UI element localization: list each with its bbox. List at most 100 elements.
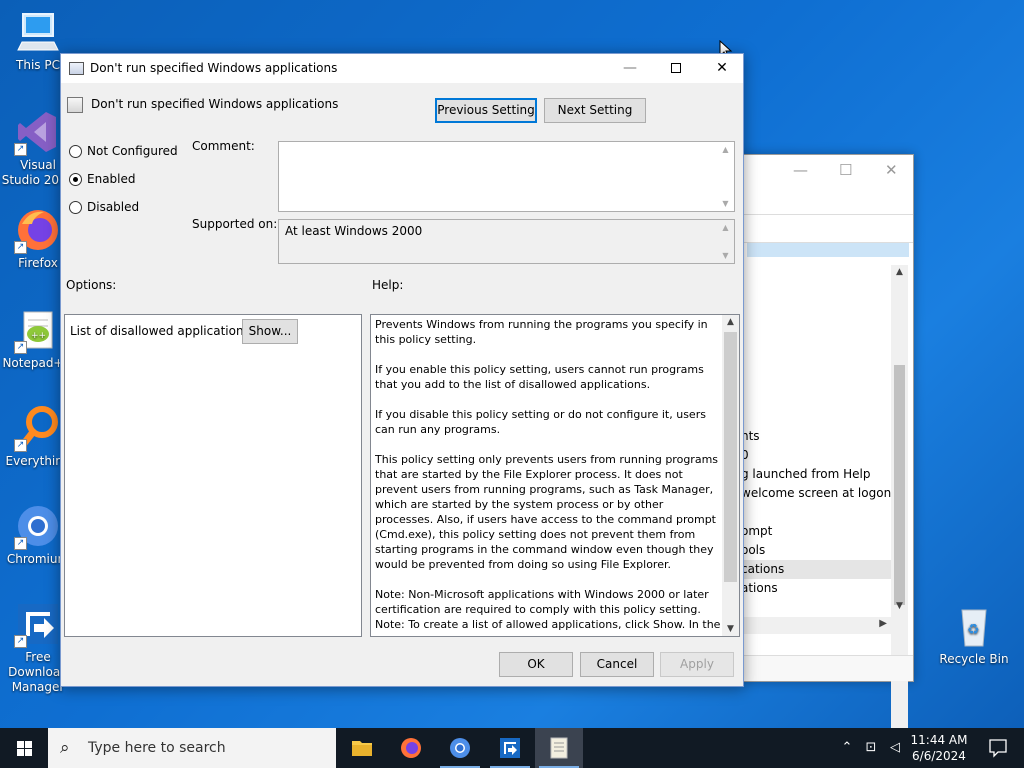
background-window-vertical-scrollbar[interactable]: ▲ ▼: [891, 265, 908, 768]
list-item[interactable]: ompt: [741, 522, 891, 541]
list-item[interactable]: ations: [741, 579, 891, 598]
ok-button[interactable]: OK: [499, 652, 573, 677]
network-icon[interactable]: ⊡: [860, 728, 882, 768]
scroll-right-icon[interactable]: ▶: [879, 618, 887, 629]
cancel-button[interactable]: Cancel: [580, 652, 654, 677]
desktop-icon-recycle-bin[interactable]: ♻ Recycle Bin: [936, 602, 1012, 667]
start-button[interactable]: [0, 728, 48, 768]
taskbar-chromium[interactable]: [436, 728, 484, 768]
taskbar-file-explorer[interactable]: [338, 728, 386, 768]
policy-setting-dialog[interactable]: Don't run specified Windows applications…: [60, 53, 744, 687]
background-window-statusbar: [741, 655, 913, 681]
computer-icon: [14, 8, 62, 56]
visual-studio-icon: ↗: [14, 108, 62, 156]
next-setting-button[interactable]: Next Setting: [544, 98, 646, 123]
help-paragraph: This policy setting only prevents users …: [375, 453, 719, 571]
scroll-up-icon[interactable]: ▲: [891, 267, 908, 277]
previous-setting-button[interactable]: Previous Setting: [435, 98, 537, 123]
windows-logo-icon: [17, 741, 24, 748]
comment-textarea[interactable]: ▲ ▼: [278, 141, 735, 212]
close-icon[interactable]: ✕: [885, 161, 898, 179]
close-icon: ✕: [716, 60, 728, 76]
help-scrollbar[interactable]: ▲ ▼: [722, 315, 739, 636]
scroll-thumb[interactable]: [724, 332, 737, 582]
comment-scrollbar[interactable]: ▲ ▼: [718, 143, 733, 210]
recycle-bin-icon: ♻: [950, 602, 998, 650]
background-window-horizontal-scrollbar[interactable]: ▶: [741, 617, 891, 634]
scroll-up-icon[interactable]: ▲: [722, 317, 739, 327]
options-pane: List of disallowed applications Show...: [64, 314, 362, 637]
dialog-title: Don't run specified Windows applications: [90, 61, 338, 75]
policy-heading: Don't run specified Windows applications: [91, 97, 339, 111]
scroll-up-icon[interactable]: ▲: [718, 223, 733, 232]
chromium-icon: ↗: [14, 502, 62, 550]
taskbar-clock[interactable]: 11:44 AM 6/6/2024: [906, 732, 972, 764]
windows-logo-tile: [17, 749, 24, 756]
minimize-button[interactable]: —: [607, 54, 653, 83]
notepad-plus-plus-icon: ++ ↗: [14, 306, 62, 354]
show-hidden-icons-button[interactable]: ⌃: [838, 728, 856, 768]
help-pane[interactable]: Prevents Windows from running the progra…: [370, 314, 740, 637]
scroll-down-icon[interactable]: ▼: [891, 601, 908, 611]
notepad-icon: [550, 737, 568, 759]
background-window-titlebar[interactable]: — ☐ ✕: [741, 155, 913, 185]
volume-muted-icon[interactable]: ◁: [884, 728, 906, 768]
notification-center-button[interactable]: [978, 728, 1018, 768]
radio-button-checked[interactable]: [69, 173, 82, 186]
background-window-toolbar: [741, 215, 913, 243]
help-paragraph: Note: Non-Microsoft applications with Wi…: [375, 588, 709, 616]
scroll-thumb[interactable]: [894, 365, 905, 605]
list-item[interactable]: ools: [741, 541, 891, 560]
list-item[interactable]: [741, 503, 891, 522]
taskbar-free-download-manager[interactable]: [486, 728, 534, 768]
radio-button[interactable]: [69, 201, 82, 214]
background-window[interactable]: — ☐ ✕ nts 0 g launched from Help welcome…: [740, 154, 914, 768]
help-text: Prevents Windows from running the progra…: [375, 317, 721, 635]
maximize-icon: [671, 63, 681, 73]
scroll-down-icon[interactable]: ▼: [722, 624, 739, 634]
minimize-icon[interactable]: —: [793, 161, 808, 179]
apply-button[interactable]: Apply: [660, 652, 734, 677]
notification-icon: [989, 739, 1007, 758]
supported-on-field: At least Windows 2000 ▲ ▼: [278, 219, 735, 264]
background-window-menu: [741, 185, 913, 215]
list-item-selected[interactable]: cations: [741, 560, 891, 579]
shortcut-arrow-icon: ↗: [14, 341, 27, 354]
policy-app-icon: [69, 62, 84, 75]
show-button[interactable]: Show...: [242, 319, 298, 344]
supported-on-label: Supported on:: [192, 217, 278, 231]
radio-label: Enabled: [87, 172, 136, 186]
background-window-column-header: [747, 243, 909, 257]
list-item[interactable]: nts: [741, 427, 891, 446]
magnifier-icon: ↗: [14, 404, 62, 452]
help-paragraph: Note: To create a list of allowed applic…: [375, 618, 721, 635]
scroll-down-icon[interactable]: ▼: [718, 251, 733, 260]
taskbar: ⌕ Type here to search ⌃ ⊡ ◁ 11:44 AM 6/6…: [0, 728, 1024, 768]
scroll-down-icon[interactable]: ▼: [718, 199, 733, 208]
windows-logo-tile: [25, 749, 32, 756]
close-button[interactable]: ✕: [699, 54, 745, 83]
maximize-icon[interactable]: ☐: [839, 161, 852, 179]
list-item[interactable]: g launched from Help: [741, 465, 891, 484]
supported-scrollbar[interactable]: ▲ ▼: [718, 221, 733, 262]
radio-button[interactable]: [69, 145, 82, 158]
list-item[interactable]: 0: [741, 446, 891, 465]
clock-date: 6/6/2024: [912, 749, 966, 763]
desktop-icon-label: Recycle Bin: [939, 652, 1009, 666]
taskbar-firefox[interactable]: [387, 728, 435, 768]
dialog-titlebar[interactable]: Don't run specified Windows applications…: [61, 54, 743, 83]
shortcut-arrow-icon: ↗: [14, 537, 27, 550]
taskbar-notepad[interactable]: [535, 728, 583, 768]
radio-label: Disabled: [87, 200, 140, 214]
radio-label: Not Configured: [87, 144, 178, 158]
chromium-icon: [450, 738, 470, 758]
list-item[interactable]: welcome screen at logon: [741, 484, 891, 503]
folder-icon: [352, 741, 372, 756]
shortcut-arrow-icon: ↗: [14, 439, 27, 452]
maximize-button[interactable]: [653, 54, 699, 83]
disallowed-apps-label: List of disallowed applications: [70, 324, 250, 338]
scroll-up-icon[interactable]: ▲: [718, 145, 733, 154]
taskbar-search-box[interactable]: ⌕ Type here to search: [48, 728, 336, 768]
supported-on-value: At least Windows 2000: [285, 224, 423, 238]
shortcut-arrow-icon: ↗: [14, 143, 27, 156]
